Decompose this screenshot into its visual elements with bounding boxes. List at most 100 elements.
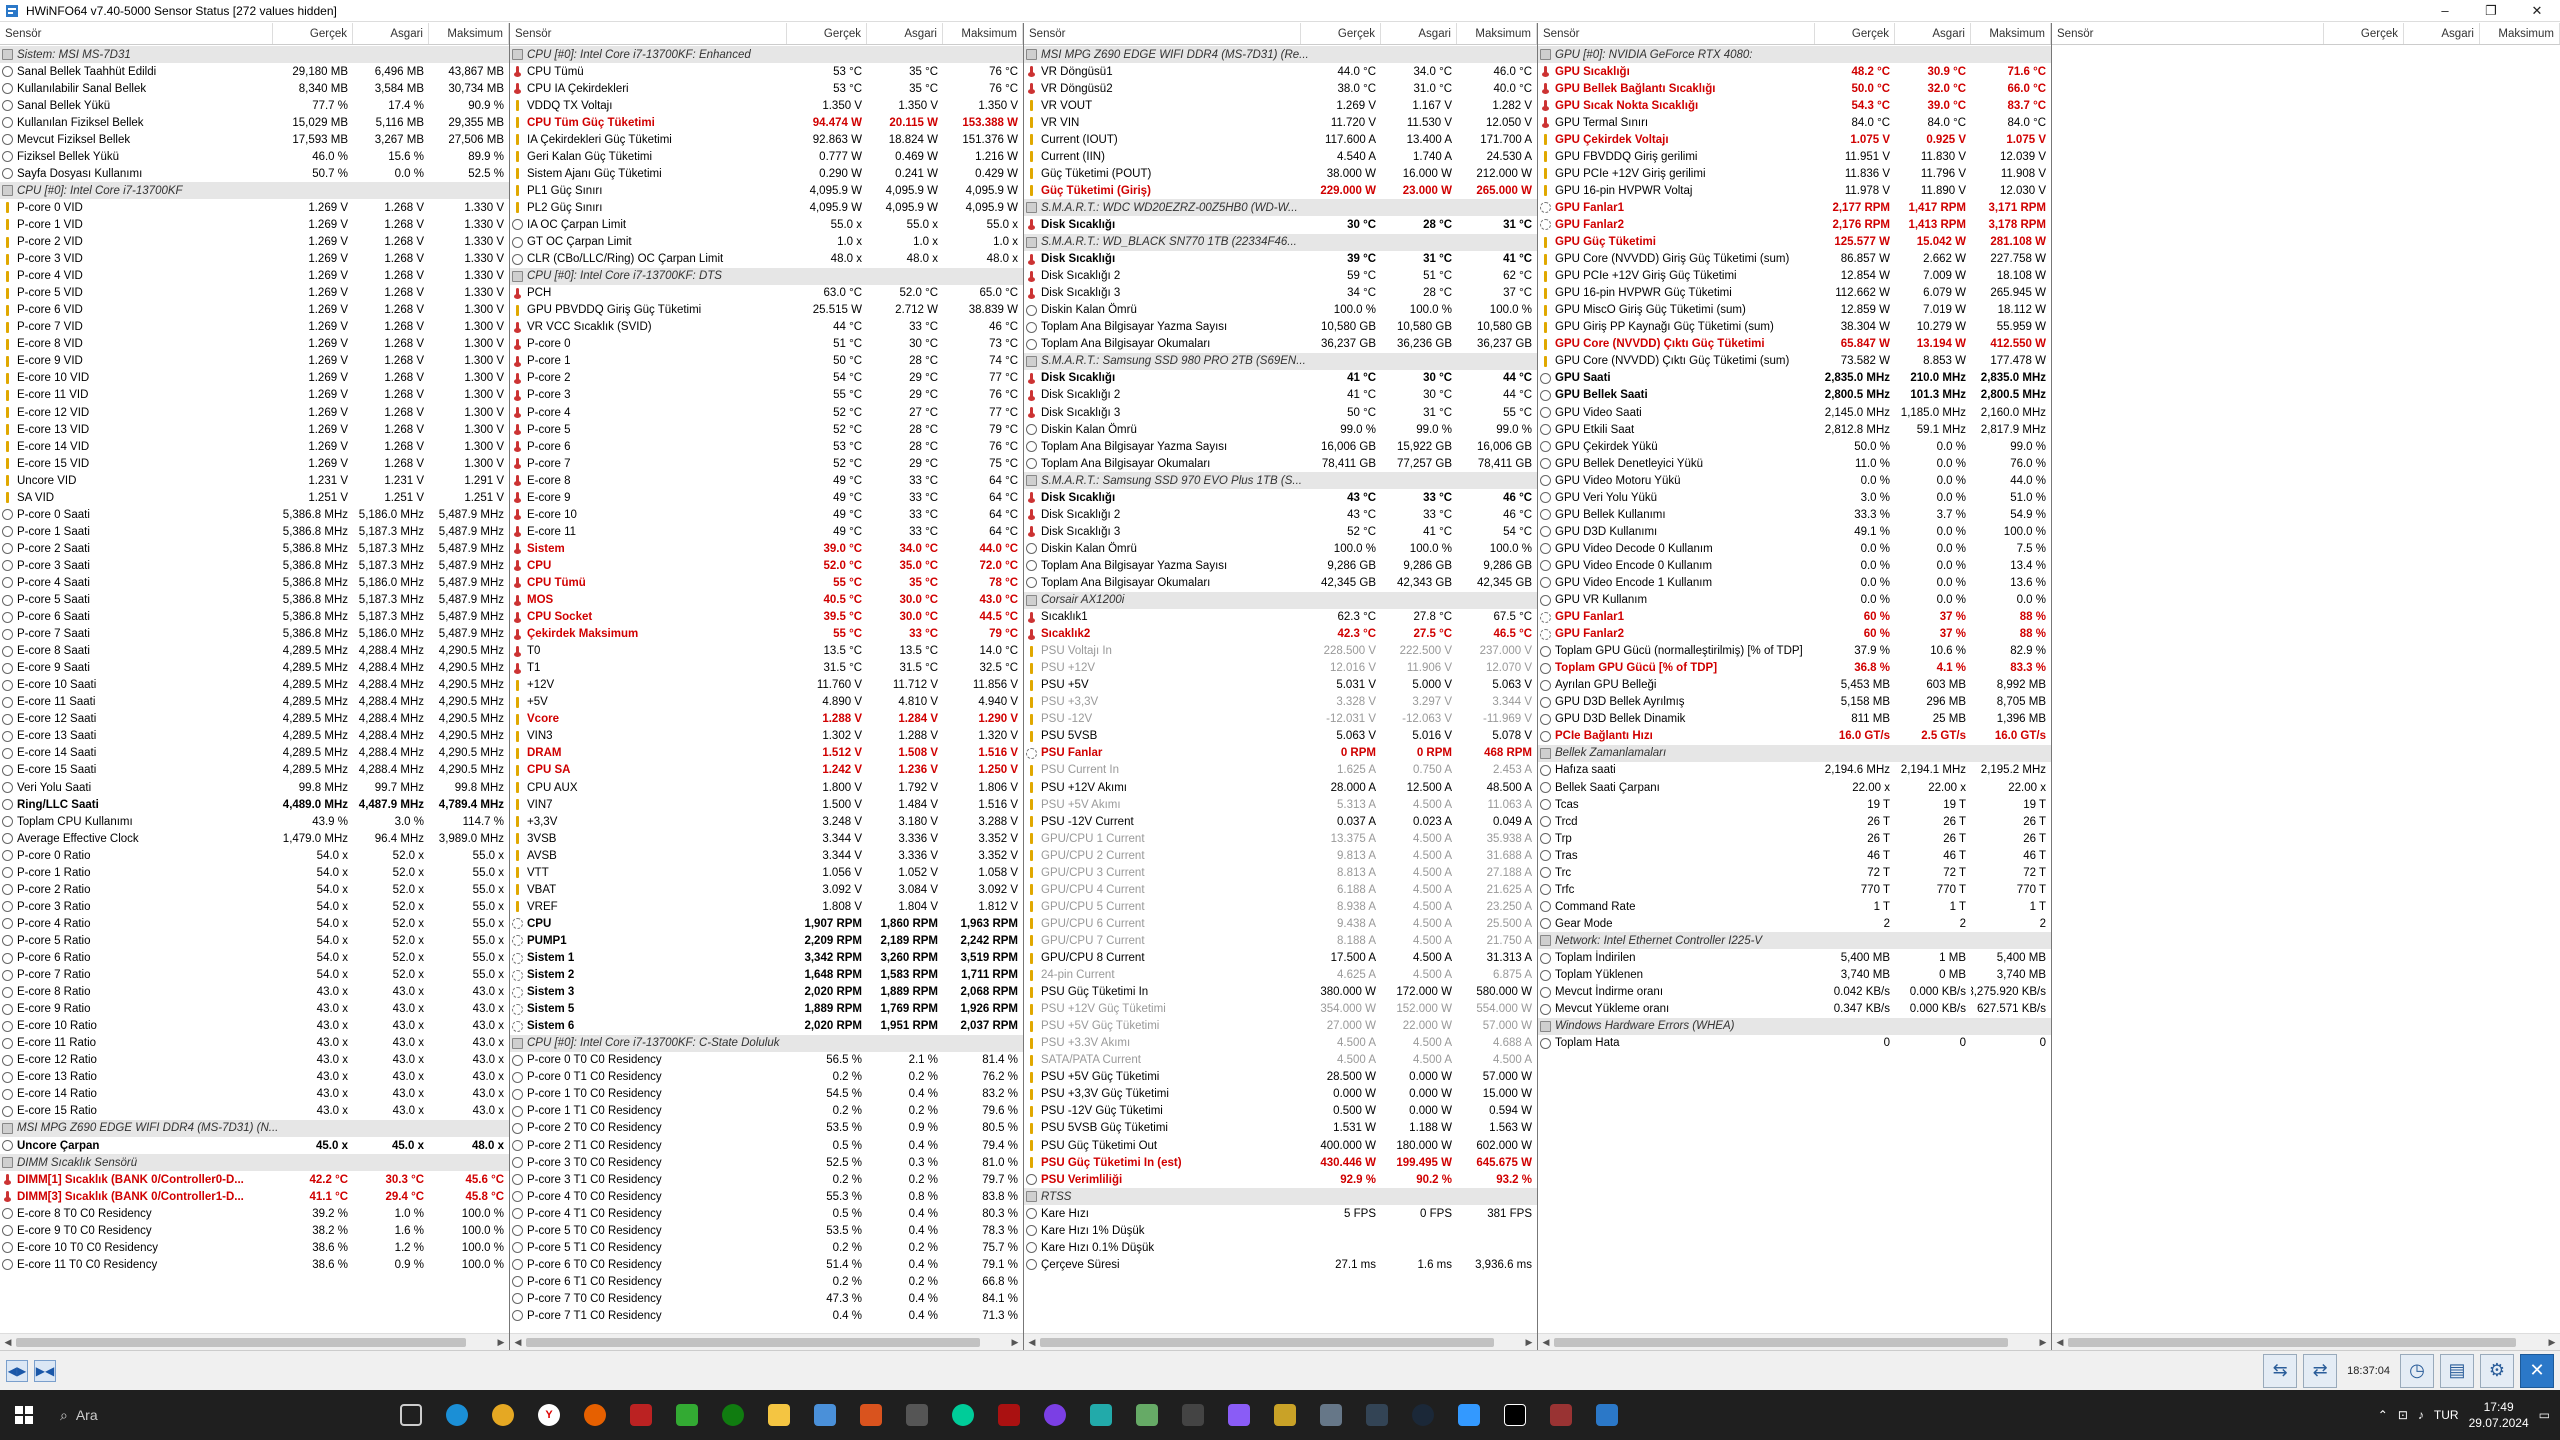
sensor-row[interactable]: GPU/CPU 4 Current 6.188 A 4.500 A 21.625 A: [1024, 881, 1537, 898]
sensor-row[interactable]: Disk Sıcaklığı 3 34 °C 28 °C 37 °C: [1024, 285, 1537, 302]
sensor-row[interactable]: Tras 46 T 46 T 46 T: [1538, 847, 2051, 864]
sensor-row[interactable]: P-core 5 Saati 5,386.8 MHz 5,187.3 MHz 5,48…: [0, 592, 509, 609]
sensor-group-header[interactable]: S.M.A.R.T.: WD_BLACK SN770 1TB (22334F46…: [1024, 233, 1537, 251]
sensor-row[interactable]: Sanal Bellek Yükü 77.7 % 17.4 % 90.9 %: [0, 97, 509, 114]
sync-icon[interactable]: ⇄: [2303, 1353, 2338, 1388]
sensor-row[interactable]: P-core 3 T1 C0 Residency 0.2 % 0.2 % 79.7 %: [510, 1171, 1023, 1188]
sensor-group-header[interactable]: S.M.A.R.T.: Samsung SSD 980 PRO 2TB (S69…: [1024, 352, 1537, 370]
sensor-row[interactable]: Disk Sıcaklığı 2 41 °C 30 °C 44 °C: [1024, 387, 1537, 404]
sensor-row[interactable]: GPU Güç Tüketimi 125.577 W 15.042 W 281.108…: [1538, 234, 2051, 251]
sensor-row[interactable]: E-core 13 VID 1.269 V 1.268 V 1.300 V: [0, 421, 509, 438]
column-header-min[interactable]: Asgari: [1895, 23, 1971, 44]
language-indicator[interactable]: TUR: [2434, 1408, 2459, 1422]
sensor-row[interactable]: Geri Kalan Güç Tüketimi 0.777 W 0.469 W 1.2…: [510, 148, 1023, 165]
sensor-row[interactable]: PL1 Güç Sınırı 4,095.9 W 4,095.9 W 4,095.9 …: [510, 182, 1023, 199]
sensor-row[interactable]: P-core 5 VID 1.269 V 1.268 V 1.330 V: [0, 285, 509, 302]
sensor-row[interactable]: Toplam Ana Bilgisayar Yazma Sayısı 10,580…: [1024, 319, 1537, 336]
column-header-max[interactable]: Maksimum: [1457, 23, 1537, 44]
sensor-row[interactable]: P-core 6 Saati 5,386.8 MHz 5,187.3 MHz 5,48…: [0, 609, 509, 626]
app-green-icon[interactable]: [664, 1390, 710, 1440]
sensor-row[interactable]: P-core 3 VID 1.269 V 1.268 V 1.330 V: [0, 251, 509, 268]
sensor-row[interactable]: Current (IOUT) 117.600 A 13.400 A 171.700 A: [1024, 131, 1537, 148]
sensor-row[interactable]: P-core 2 VID 1.269 V 1.268 V 1.330 V: [0, 234, 509, 251]
sensor-row[interactable]: VBAT 3.092 V 3.084 V 3.092 V: [510, 881, 1023, 898]
sensor-row[interactable]: E-core 11 T0 C0 Residency 38.6 % 0.9 % 100.…: [0, 1256, 509, 1273]
sensor-row[interactable]: VR Döngüsü1 44.0 °C 34.0 °C 46.0 °C: [1024, 63, 1537, 80]
sensor-row[interactable]: GPU Giriş PP Kaynağı Güç Tüketimi (sum) 3…: [1538, 319, 2051, 336]
sensor-row[interactable]: E-core 13 Ratio 43.0 x 43.0 x 43.0 x: [0, 1069, 509, 1086]
sensor-row[interactable]: Mevcut İndirme oranı 0.042 KB/s 0.000 KB/s…: [1538, 984, 2051, 1001]
sensor-row[interactable]: PL2 Güç Sınırı 4,095.9 W 4,095.9 W 4,095.9 …: [510, 199, 1023, 216]
sensor-row[interactable]: Current (IIN) 4.540 A 1.740 A 24.530 A: [1024, 148, 1537, 165]
nav-collapse-icon[interactable]: ▶◀: [34, 1359, 56, 1382]
horizontal-scrollbar[interactable]: ◀ ▶: [0, 1333, 509, 1350]
sensor-row[interactable]: CPU 52.0 °C 35.0 °C 72.0 °C: [510, 557, 1023, 574]
sensor-row[interactable]: PSU Current In 1.625 A 0.750 A 2.453 A: [1024, 762, 1537, 779]
settings-icon[interactable]: ⚙: [2480, 1353, 2514, 1388]
sensor-row[interactable]: GPU PBVDDQ Giriş Güç Tüketimi 25.515 W 2.7…: [510, 302, 1023, 319]
sensor-row[interactable]: T1 31.5 °C 31.5 °C 32.5 °C: [510, 660, 1023, 677]
sensor-row[interactable]: GT OC Çarpan Limit 1.0 x 1.0 x 1.0 x: [510, 234, 1023, 251]
sensor-row[interactable]: PCH 63.0 °C 52.0 °C 65.0 °C: [510, 285, 1023, 302]
sensor-row[interactable]: Mevcut Fiziksel Bellek 17,593 MB 3,267 MB 2…: [0, 131, 509, 148]
sensor-row[interactable]: Tcas 19 T 19 T 19 T: [1538, 796, 2051, 813]
sensor-group-header[interactable]: CPU [#0]: Intel Core i7-13700KF: Enhance…: [510, 46, 1023, 64]
sensor-group-header[interactable]: Bellek Zamanlamaları: [1538, 744, 2051, 762]
sensor-row[interactable]: PSU Fanlar 0 RPM 0 RPM 468 RPM: [1024, 745, 1537, 762]
column-header-max[interactable]: Maksimum: [943, 23, 1023, 44]
sensor-row[interactable]: GPU Veri Yolu Yükü 3.0 % 0.0 % 51.0 %: [1538, 489, 2051, 506]
start-button[interactable]: [0, 1390, 48, 1440]
sensor-row[interactable]: P-core 0 Ratio 54.0 x 52.0 x 55.0 x: [0, 847, 509, 864]
sensor-row[interactable]: Güç Tüketimi (POUT) 38.000 W 16.000 W 212.0…: [1024, 165, 1537, 182]
sensor-row[interactable]: VIN3 1.302 V 1.288 V 1.320 V: [510, 728, 1023, 745]
sensor-row[interactable]: PSU +5V Güç Tüketimi 27.000 W 22.000 W 57.0…: [1024, 1018, 1537, 1035]
sensor-row[interactable]: PCIe Bağlantı Hızı 16.0 GT/s 2.5 GT/s 16.0 …: [1538, 728, 2051, 745]
sensor-row[interactable]: PSU Voltajı In 228.500 V 222.500 V 237.000 …: [1024, 643, 1537, 660]
sensor-row[interactable]: GPU/CPU 2 Current 9.813 A 4.500 A 31.688 A: [1024, 847, 1537, 864]
sensor-row[interactable]: Sistem 1 3,342 RPM 3,260 RPM 3,519 RPM: [510, 949, 1023, 966]
sensor-row[interactable]: E-core 8 VID 1.269 V 1.268 V 1.300 V: [0, 336, 509, 353]
column-header-min[interactable]: Asgari: [1381, 23, 1457, 44]
sensor-row[interactable]: E-core 15 Saati 4,289.5 MHz 4,288.4 MHz 4,2…: [0, 762, 509, 779]
sensor-row[interactable]: PSU -12V -12.031 V -12.063 V -11.969 V: [1024, 711, 1537, 728]
sensor-row[interactable]: DIMM[1] Sıcaklık (BANK 0/Controller0-D..…: [0, 1171, 509, 1188]
app-olive-icon[interactable]: [1124, 1390, 1170, 1440]
column-header-sensor[interactable]: Sensör: [2052, 23, 2324, 44]
sensor-row[interactable]: Mevcut Yükleme oranı 0.347 KB/s 0.000 KB/s…: [1538, 1001, 2051, 1018]
sensor-row[interactable]: P-core 6 VID 1.269 V 1.268 V 1.300 V: [0, 302, 509, 319]
sensor-row[interactable]: GPU PCIe +12V Giriş Güç Tüketimi 12.854 W…: [1538, 268, 2051, 285]
sensor-row[interactable]: Toplam Ana Bilgisayar Okumaları 36,237 GB…: [1024, 336, 1537, 353]
sensor-row[interactable]: P-core 6 Ratio 54.0 x 52.0 x 55.0 x: [0, 949, 509, 966]
scroll-right-icon[interactable]: ▶: [493, 1337, 509, 1348]
sensor-row[interactable]: PSU +5V 5.031 V 5.000 V 5.063 V: [1024, 677, 1537, 694]
scroll-right-icon[interactable]: ▶: [2035, 1337, 2051, 1348]
sensor-row[interactable]: PSU Güç Tüketimi In 380.000 W 172.000 W 580…: [1024, 984, 1537, 1001]
sensor-row[interactable]: E-core 11 49 °C 33 °C 64 °C: [510, 523, 1023, 540]
sensor-row[interactable]: P-core 6 T0 C0 Residency 51.4 % 0.4 % 79.1 …: [510, 1256, 1023, 1273]
sensor-row[interactable]: CPU Tümü 55 °C 35 °C 78 °C: [510, 574, 1023, 591]
sensor-row[interactable]: P-core 2 Saati 5,386.8 MHz 5,187.3 MHz 5,48…: [0, 540, 509, 557]
edge2-icon[interactable]: [940, 1390, 986, 1440]
column-header-sensor[interactable]: Sensör: [1538, 23, 1815, 44]
sensor-row[interactable]: Uncore Çarpan 45.0 x 45.0 x 48.0 x: [0, 1137, 509, 1154]
app-wine-icon[interactable]: [1538, 1390, 1584, 1440]
sensor-row[interactable]: PSU -12V Current 0.037 A 0.023 A 0.049 A: [1024, 813, 1537, 830]
sensor-row[interactable]: DIMM[3] Sıcaklık (BANK 0/Controller1-D..…: [0, 1188, 509, 1205]
sensor-row[interactable]: PSU Güç Tüketimi Out 400.000 W 180.000 W 60…: [1024, 1137, 1537, 1154]
app-slate-icon[interactable]: [1308, 1390, 1354, 1440]
sensor-row[interactable]: GPU Core (NVVDD) Çıktı Güç Tüketimi 65.84…: [1538, 336, 2051, 353]
sensor-row[interactable]: PUMP1 2,209 RPM 2,189 RPM 2,242 RPM: [510, 932, 1023, 949]
sensor-row[interactable]: AVSB 3.344 V 3.336 V 3.352 V: [510, 847, 1023, 864]
scroll-thumb[interactable]: [2068, 1337, 2516, 1347]
sensor-row[interactable]: P-core 4 VID 1.269 V 1.268 V 1.330 V: [0, 268, 509, 285]
sensor-row[interactable]: Kare Hızı 1% Düşük: [1024, 1222, 1537, 1239]
sensor-row[interactable]: P-core 4 52 °C 27 °C 77 °C: [510, 404, 1023, 421]
sensor-row[interactable]: Sıcaklık2 42.3 °C 27.5 °C 46.5 °C: [1024, 626, 1537, 643]
scroll-left-icon[interactable]: ◀: [2052, 1337, 2068, 1348]
sensor-row[interactable]: GPU D3D Bellek Ayrılmış 5,158 MB 296 MB 8,7…: [1538, 694, 2051, 711]
sensor-row[interactable]: E-core 14 Saati 4,289.5 MHz 4,288.4 MHz 4,2…: [0, 745, 509, 762]
sensor-group-header[interactable]: MSI MPG Z690 EDGE WIFI DDR4 (MS-7D31) (R…: [1024, 46, 1537, 64]
sensor-row[interactable]: P-core 3 Saati 5,386.8 MHz 5,187.3 MHz 5,48…: [0, 557, 509, 574]
sensor-row[interactable]: GPU Saati 2,835.0 MHz 210.0 MHz 2,835.0 MHz: [1538, 370, 2051, 387]
column-header-sensor[interactable]: Sensör: [0, 23, 273, 44]
